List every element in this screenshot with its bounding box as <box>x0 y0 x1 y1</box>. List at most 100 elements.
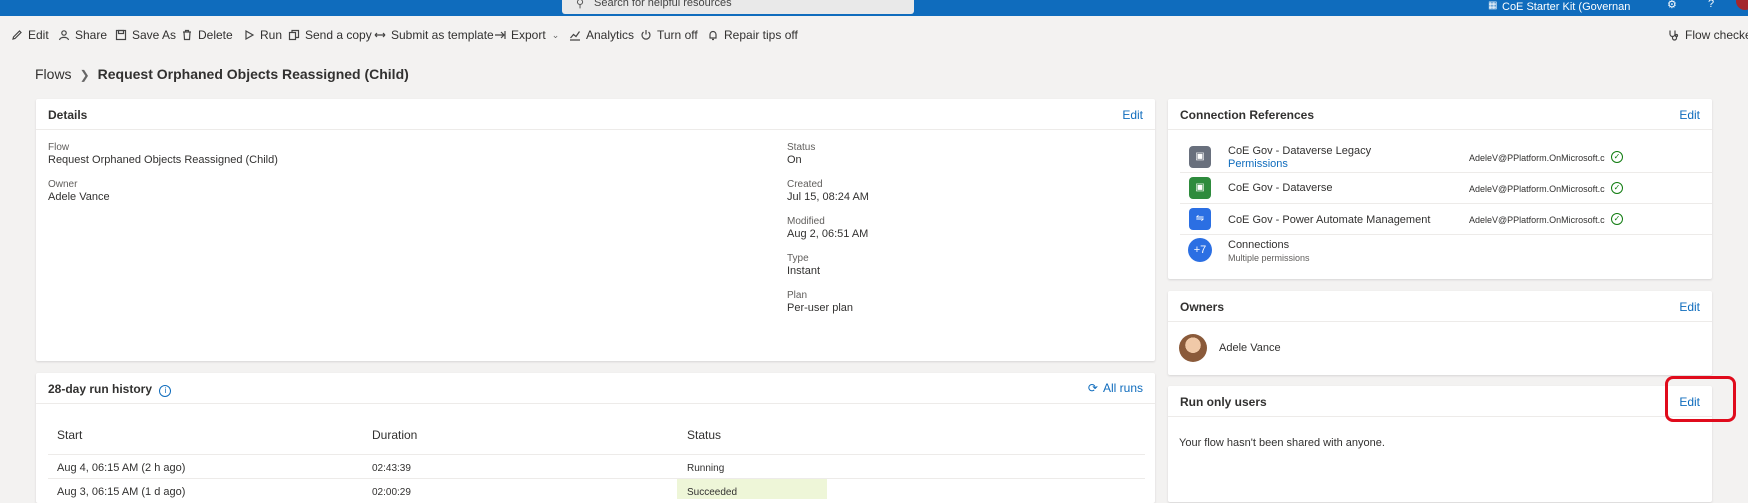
row-1-start[interactable]: Aug 4, 06:15 AM (2 h ago) <box>57 462 185 474</box>
connection-name: CoE Gov - Power Automate Management <box>1228 214 1431 226</box>
status-label: Status <box>787 142 816 153</box>
column-header-status[interactable]: Status <box>687 428 721 442</box>
column-header-duration[interactable]: Duration <box>372 428 417 442</box>
row-1-status: Running <box>687 463 725 474</box>
copy-icon <box>288 29 300 41</box>
arrows-icon <box>374 32 386 38</box>
send-copy-button-label: Send a copy <box>305 28 372 42</box>
save-as-button[interactable]: Save As <box>115 28 176 42</box>
check-circle-icon: ✓ <box>1611 213 1623 225</box>
row-2-duration: 02:00:29 <box>372 487 411 498</box>
flow-checker-button-label: Flow checker <box>1685 28 1748 42</box>
send-copy-button[interactable]: Send a copy <box>288 28 372 42</box>
type-value: Instant <box>787 265 821 277</box>
owner-avatar <box>1179 334 1207 362</box>
share-button[interactable]: Share <box>58 28 107 42</box>
flow-value: Request Orphaned Objects Reassigned (Chi… <box>48 154 278 166</box>
edit-button-label: Edit <box>28 28 49 42</box>
flow-checker-button[interactable]: Flow checker <box>1668 28 1748 42</box>
delete-button-label: Delete <box>198 28 233 42</box>
share-button-label: Share <box>75 28 108 42</box>
analytics-icon <box>570 31 580 41</box>
connections-summary-name: Connections <box>1228 239 1290 251</box>
owner-name: Adele Vance <box>1219 342 1281 354</box>
submit-template-button-label: Submit as template <box>391 28 494 42</box>
divider <box>1180 234 1712 235</box>
connection-name: CoE Gov - Dataverse <box>1228 182 1333 194</box>
dataverse-icon: ▣ <box>1189 177 1211 199</box>
divider <box>1180 172 1712 173</box>
modified-value: Aug 2, 06:51 AM <box>787 228 869 240</box>
modified-label: Modified <box>787 216 825 227</box>
gear-icon[interactable]: ⚙ <box>1667 0 1677 11</box>
more-connections-badge[interactable]: +7 <box>1188 238 1212 262</box>
help-icon[interactable]: ? <box>1708 0 1714 10</box>
environment-name[interactable]: CoE Starter Kit (Governan <box>1502 1 1630 13</box>
info-icon[interactable]: i <box>159 385 172 397</box>
share-icon <box>58 30 70 41</box>
divider <box>1180 203 1712 204</box>
bell-icon <box>709 30 717 41</box>
created-value: Jul 15, 08:24 AM <box>787 191 869 203</box>
created-label: Created <box>787 179 823 190</box>
repair-tips-button[interactable]: Repair tips off <box>707 28 798 42</box>
export-button-label: Export <box>511 28 546 42</box>
power-automate-icon: ⇋ <box>1189 208 1211 230</box>
connection-account: AdeleV@PPlatform.OnMicrosoft.c <box>1469 215 1605 225</box>
run-history-title-text: 28-day run history <box>48 382 153 396</box>
chevron-down-icon: ⌄ <box>551 29 560 40</box>
owners-header: Owners Edit <box>1168 291 1712 322</box>
type-label: Type <box>787 253 809 264</box>
row-2-start[interactable]: Aug 3, 06:15 AM (1 d ago) <box>57 486 185 498</box>
export-button[interactable]: Export ⌄ <box>494 28 559 42</box>
environment-icon: ▦ <box>1488 0 1498 11</box>
plan-value: Per-user plan <box>787 302 854 314</box>
turn-off-button[interactable]: Turn off <box>640 28 698 42</box>
refresh-icon: ⟳ <box>1087 381 1098 395</box>
flow-label: Flow <box>48 142 70 153</box>
run-only-users-message: Your flow hasn't been shared with anyone… <box>1179 437 1385 449</box>
play-icon <box>245 29 255 41</box>
owner-label: Owner <box>48 179 78 190</box>
dataverse-legacy-icon: ▣ <box>1189 146 1211 168</box>
analytics-button[interactable]: Analytics <box>569 28 634 42</box>
owners-edit-button[interactable]: Edit <box>1679 300 1700 314</box>
connection-references-title: Connection References <box>1180 108 1315 122</box>
details-edit-button[interactable]: Edit <box>1122 108 1143 122</box>
run-button[interactable]: Run <box>243 28 282 42</box>
owners-title: Owners <box>1180 300 1225 314</box>
search-input[interactable]: ⚲ Search for helpful resources <box>562 0 914 14</box>
breadcrumb: Flows ❯ Request Orphaned Objects Reassigne… <box>35 66 409 82</box>
breadcrumb-flows-link[interactable]: Flows <box>35 66 72 82</box>
all-runs-link[interactable]: ⟳ All runs <box>1088 381 1143 395</box>
edit-button[interactable]: Edit <box>11 28 49 42</box>
all-runs-label: All runs <box>1102 381 1143 395</box>
check-circle-icon: ✓ <box>1611 151 1623 163</box>
save-icon <box>115 29 127 41</box>
analytics-button-label: Analytics <box>586 28 635 42</box>
permissions-link[interactable]: Permissions <box>1228 158 1288 170</box>
top-app-bar: ⚲ Search for helpful resources ▦ CoE Sta… <box>0 0 1748 16</box>
run-only-users-header: Run only users Edit <box>1168 386 1712 417</box>
details-title: Details <box>48 108 88 122</box>
trash-icon <box>183 29 191 41</box>
connection-references-edit-button[interactable]: Edit <box>1679 108 1700 122</box>
plan-label: Plan <box>787 290 808 301</box>
stethoscope-icon <box>1669 30 1679 41</box>
delete-button[interactable]: Delete <box>181 28 233 42</box>
avatar[interactable] <box>1736 0 1748 10</box>
run-history-card: 28-day run history i ⟳ All runs <box>36 373 1155 503</box>
chevron-right-icon: ❯ <box>79 68 90 82</box>
connections-summary-sub: Multiple permissions <box>1228 253 1310 263</box>
connection-account: AdeleV@PPlatform.OnMicrosoft.c <box>1469 184 1605 194</box>
turn-off-button-label: Turn off <box>657 28 698 42</box>
save-as-button-label: Save As <box>132 28 177 42</box>
command-bar: Edit Share Save As Delete Run Send a cop… <box>0 16 1748 52</box>
page-title: Request Orphaned Objects Reassigned (Chi… <box>97 66 409 82</box>
pencil-icon <box>12 30 22 40</box>
submit-template-button[interactable]: Submit as template <box>374 28 494 42</box>
owner-value: Adele Vance <box>48 191 110 203</box>
power-icon <box>641 30 651 40</box>
run-only-users-card: Run only users Edit Your flow hasn't bee… <box>1168 386 1712 502</box>
column-header-start[interactable]: Start <box>57 428 82 442</box>
